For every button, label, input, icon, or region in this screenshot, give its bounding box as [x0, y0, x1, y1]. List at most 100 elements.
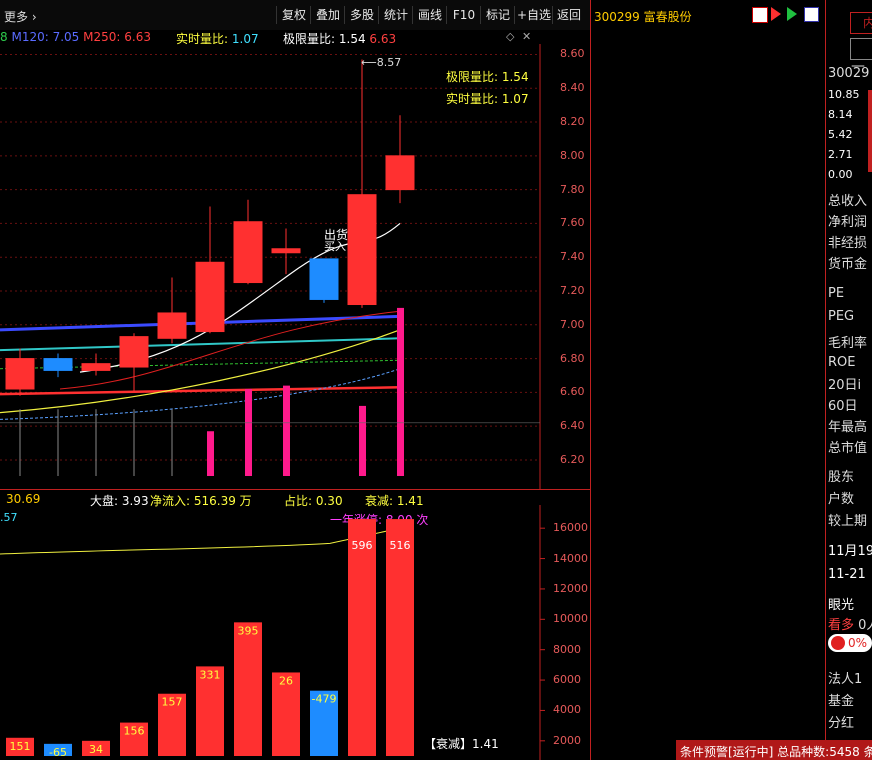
ma-m250-line: [0, 386, 401, 396]
sidebar-divider: [825, 0, 826, 760]
buy-label: 买入: [324, 240, 346, 253]
side-range-item: 总市值: [828, 441, 868, 456]
sidebar-dividend: 分红: [828, 716, 855, 731]
toolbar-button-4[interactable]: 画线: [412, 6, 447, 24]
volume-bar-label: 151: [10, 740, 31, 753]
volume-bar: [348, 519, 376, 756]
sidebar-legal: 法人1: [828, 672, 863, 687]
status-text: 条件预警[运行中] 总品种数:5458 条: [680, 745, 872, 759]
volume-bar-label: 331: [200, 668, 221, 681]
volume-marker: [283, 385, 290, 476]
side-val-item: 毛利率: [828, 336, 868, 351]
volume-tick: 16000: [553, 521, 588, 535]
chart-divider: [0, 489, 590, 490]
volume-tick: 4000: [553, 703, 581, 717]
volume-tick: 12000: [553, 581, 588, 595]
stock-code: 300299: [594, 10, 640, 24]
ma-yellow-line: [0, 329, 401, 414]
percent-value: 0%: [848, 636, 868, 650]
price-tick: 8.20: [560, 115, 585, 129]
toolbar-button-5[interactable]: F10: [446, 6, 481, 24]
volume-marker: [245, 388, 252, 476]
volume-bar-label: 157: [162, 696, 183, 709]
side-fund-item: 净利润: [828, 215, 868, 230]
limit-ratio-annotation: 极限量比: 1.54: [446, 70, 529, 84]
volume-bar-label: 156: [124, 725, 145, 738]
volume-marker: [359, 405, 366, 476]
volume-bar-label: 395: [238, 624, 259, 637]
stock-title: 300299 富春股份: [594, 8, 692, 25]
volume-bar-label: 26: [279, 674, 293, 687]
toolbar-button-1[interactable]: 叠加: [310, 6, 345, 24]
side-scale-item: 5.42: [828, 128, 853, 141]
sidebar-tab-a[interactable]: 内: [850, 12, 872, 34]
volume-tick: 10000: [553, 612, 588, 626]
high-arrow-icon: ⟵: [361, 56, 377, 69]
price-tick: 6.40: [560, 419, 585, 433]
volume-tick: 8000: [553, 642, 581, 656]
volume-bar-label: 34: [89, 743, 103, 756]
volume-bar-label: -65: [49, 746, 67, 759]
candle-body: [309, 258, 339, 300]
sidebar-bull: 看多 0人: [828, 618, 872, 633]
toolbar-button-8[interactable]: 返回: [552, 6, 585, 24]
volume-avg-line: [0, 527, 401, 555]
more-menu[interactable]: 更多 ›: [4, 8, 37, 25]
ma-m120: M120: 7.05: [11, 30, 80, 44]
toolbar-button-6[interactable]: 标记: [480, 6, 515, 24]
side-fund-item: 非经损: [828, 236, 868, 251]
toolbar-button-3[interactable]: 统计: [378, 6, 413, 24]
sidebar-tab-b[interactable]: —: [850, 38, 872, 74]
picture-icon[interactable]: [804, 7, 819, 22]
side-val-item: ROE: [828, 355, 856, 370]
toolbar-button-2[interactable]: 多股: [344, 6, 379, 24]
toolbar-button-0[interactable]: 复权: [276, 6, 311, 24]
side-range-item: 60日: [828, 399, 858, 414]
volume-bar-label: -479: [312, 693, 337, 706]
volume-tick: 2000: [553, 733, 581, 747]
play-green-icon[interactable]: [787, 7, 797, 21]
price-tick: 7.00: [560, 317, 585, 331]
side-fund-item: 总收入: [828, 194, 868, 209]
candle-body: [233, 221, 263, 284]
play-red-icon[interactable]: [771, 7, 781, 21]
price-tick: 6.60: [560, 385, 585, 399]
volume-tick: 14000: [553, 551, 588, 565]
chevron-right-icon: ›: [28, 10, 37, 24]
side-scale-item: 0.00: [828, 168, 853, 181]
candle-body: [157, 312, 187, 339]
status-bar: 条件预警[运行中] 总品种数:5458 条: [676, 740, 872, 760]
side-scale-item: 8.14: [828, 108, 853, 121]
more-label: 更多: [4, 10, 29, 24]
price-tick: 7.80: [560, 182, 585, 196]
candle-body: [271, 248, 301, 254]
sidebar-bar: [868, 90, 872, 172]
ma-m250: M250: 6.63: [83, 30, 151, 44]
price-chart[interactable]: [0, 44, 590, 490]
sidebar-date-2: 11-21: [828, 567, 866, 582]
side-val-item: PE: [828, 286, 845, 301]
diamond-icon[interactable]: ◇: [506, 30, 514, 43]
price-tick: 8.60: [560, 47, 585, 61]
side-range-item: 20日i: [828, 378, 862, 393]
candle-body: [347, 194, 377, 306]
side-share-item: 户数: [828, 492, 855, 507]
stop-icon: [831, 636, 845, 650]
sidebar-fund: 基金: [828, 694, 855, 709]
notepad-icon[interactable]: [752, 7, 768, 23]
indicator-left-value: 30.69: [6, 492, 41, 506]
side-val-item: PEG: [828, 309, 855, 324]
candle-body: [195, 261, 225, 333]
volume-chart[interactable]: 151 -65 34 156 157 331 395 26 -479 596 516: [0, 505, 590, 760]
candle-body: [5, 358, 35, 390]
candle-body: [119, 336, 149, 368]
decay-box: 【衰减】1.41: [424, 737, 499, 751]
sidebar-date-1: 11月19: [828, 544, 872, 559]
volume-marker: [397, 307, 404, 476]
close-icon[interactable]: ✕: [522, 30, 531, 43]
side-fund-item: 货币金: [828, 257, 868, 272]
high-label: ⟵8.57: [361, 56, 402, 69]
percent-pill: 0%: [828, 634, 872, 652]
toolbar-button-7[interactable]: +自选: [514, 6, 553, 24]
volume-tick: 6000: [553, 673, 581, 687]
